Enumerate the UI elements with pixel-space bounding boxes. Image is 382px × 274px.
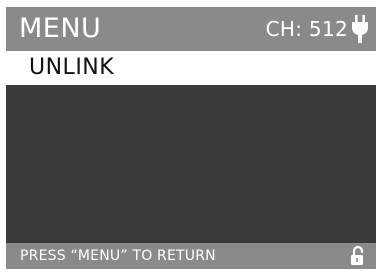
channel-readout: CH: 512 <box>265 17 348 41</box>
menu-item-unlink[interactable]: UNLINK <box>6 51 376 85</box>
page-title: MENU <box>19 13 102 44</box>
device-screen: MENU CH: 512 UNLINK PRESS “MENU” TO RETU… <box>6 7 376 269</box>
unlocked-padlock-icon <box>351 246 364 265</box>
plug-icon <box>352 15 368 43</box>
return-hint: PRESS “MENU” TO RETURN <box>20 248 216 264</box>
menu-item-label: UNLINK <box>29 55 115 80</box>
footer-bar: PRESS “MENU” TO RETURN <box>6 243 376 269</box>
header-bar: MENU CH: 512 <box>6 7 376 51</box>
content-area <box>6 85 376 241</box>
status-area: CH: 512 <box>266 13 368 45</box>
